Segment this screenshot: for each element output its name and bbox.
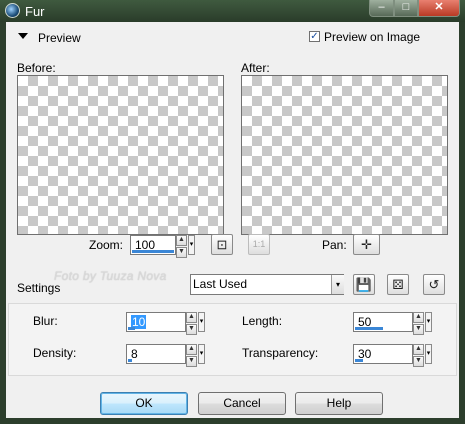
spin-up-icon[interactable]: ▲ [186, 312, 197, 323]
ok-button[interactable]: OK [100, 392, 188, 415]
pan-label: Pan: [322, 238, 347, 252]
minimize-button[interactable]: – [369, 0, 394, 17]
transparency-input[interactable]: 30 [353, 344, 413, 364]
spin-up-icon[interactable]: ▲ [176, 235, 187, 246]
title-bar[interactable]: Fur – □ ✕ [0, 0, 465, 22]
after-label: After: [241, 61, 270, 75]
preset-value: Last Used [193, 277, 248, 291]
reset-icon[interactable]: ↺ [423, 274, 445, 295]
settings-label: Settings [17, 281, 61, 295]
zoom-level-bar [132, 250, 174, 253]
length-input[interactable]: 50 [353, 312, 413, 332]
blur-level-bar [128, 327, 135, 330]
length-level-bar [355, 327, 383, 330]
density-value: 8 [131, 347, 138, 361]
spin-up-icon[interactable]: ▲ [186, 344, 197, 355]
length-spinner[interactable]: ▲ ▼ [413, 312, 424, 335]
spin-up-icon[interactable]: ▲ [413, 312, 424, 323]
preset-combo[interactable]: Last Used [190, 274, 344, 295]
check-icon: ✓ [310, 31, 319, 42]
density-dropdown[interactable]: ▾ [198, 344, 205, 364]
help-button[interactable]: Help [295, 392, 383, 415]
spin-down-icon[interactable]: ▼ [176, 247, 187, 258]
spin-up-icon[interactable]: ▲ [413, 344, 424, 355]
spin-down-icon[interactable]: ▼ [186, 324, 197, 335]
spin-down-icon[interactable]: ▼ [413, 356, 424, 367]
transparency-level-bar [355, 359, 363, 362]
preview-section-label: Preview [38, 31, 81, 45]
zoom-fit-icon[interactable]: ⊡ [211, 234, 233, 255]
zoom-input[interactable]: 100 [130, 235, 176, 255]
transparency-label: Transparency: [242, 346, 319, 360]
save-preset-icon[interactable]: 💾 [353, 274, 375, 295]
density-label: Density: [33, 346, 77, 360]
after-preview[interactable] [241, 75, 448, 235]
preview-on-image-checkbox[interactable]: ✓ [309, 31, 320, 42]
blur-spinner[interactable]: ▲ ▼ [186, 312, 197, 335]
fur-dialog-window: Fur – □ ✕ Preview ✓ Preview on Image Bef… [0, 0, 465, 424]
transparency-spinner[interactable]: ▲ ▼ [413, 344, 424, 367]
collapse-preview-icon[interactable] [18, 33, 28, 39]
window-title: Fur [25, 4, 45, 19]
density-level-bar [128, 359, 132, 362]
close-button[interactable]: ✕ [418, 0, 460, 17]
watermark-text: Foto by Tuuza Nova [54, 269, 167, 283]
app-icon [5, 3, 20, 18]
maximize-button[interactable]: □ [394, 0, 418, 17]
length-label: Length: [242, 314, 283, 328]
pan-icon[interactable]: ✛ [353, 234, 380, 255]
length-dropdown[interactable]: ▾ [425, 312, 432, 332]
transparency-dropdown[interactable]: ▾ [425, 344, 432, 364]
randomize-icon[interactable]: ⚄ [387, 274, 409, 295]
zoom-label: Zoom: [89, 238, 124, 252]
spin-down-icon[interactable]: ▼ [186, 356, 197, 367]
before-label: Before: [17, 61, 56, 75]
density-spinner[interactable]: ▲ ▼ [186, 344, 197, 367]
before-preview[interactable] [17, 75, 224, 235]
blur-dropdown[interactable]: ▾ [198, 312, 205, 332]
spin-down-icon[interactable]: ▼ [413, 324, 424, 335]
cancel-button[interactable]: Cancel [198, 392, 286, 415]
zoom-spinner[interactable]: ▲ ▼ [176, 235, 187, 258]
density-input[interactable]: 8 [126, 344, 186, 364]
dialog-body: Preview ✓ Preview on Image Before: After… [6, 22, 459, 418]
blur-label: Blur: [33, 314, 58, 328]
preview-on-image-label[interactable]: Preview on Image [324, 30, 420, 44]
blur-input[interactable]: 10 [126, 312, 186, 332]
preset-dropdown-icon[interactable]: ▾ [331, 275, 344, 294]
zoom-dropdown[interactable]: ▾ [188, 235, 195, 255]
actual-size-icon: 1:1 [248, 234, 270, 255]
